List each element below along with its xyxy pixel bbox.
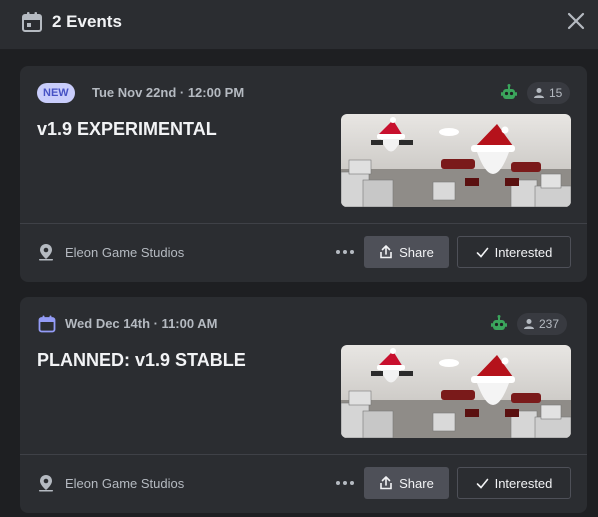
interested-count: 237	[539, 317, 560, 331]
events-modal: 2 Events NEW Tue Nov 22nd · 12:00 PM 15 …	[0, 0, 598, 517]
event-date: Tue Nov 22nd · 12:00 PM	[92, 85, 245, 100]
calendar-icon	[38, 315, 56, 333]
interested-count-pill: 237	[517, 313, 568, 335]
more-dots-icon[interactable]	[334, 475, 356, 491]
event-card[interactable]: Wed Dec 14th · 11:00 AM 237 PLANNED: v1.…	[20, 297, 587, 513]
share-icon	[380, 476, 392, 490]
modal-title: 2 Events	[52, 12, 122, 31]
calendar-icon	[22, 12, 42, 32]
interested-label: Interested	[494, 475, 553, 491]
share-button[interactable]: Share	[364, 236, 449, 268]
checkmark-icon	[476, 478, 488, 489]
share-label: Share	[399, 475, 434, 491]
event-title: PLANNED: v1.9 STABLE	[37, 350, 246, 370]
bot-icon	[501, 84, 517, 99]
event-cover-image	[341, 114, 571, 207]
share-icon	[380, 245, 392, 259]
interested-label: Interested	[494, 244, 553, 260]
event-date: Wed Dec 14th · 11:00 AM	[65, 316, 218, 331]
close-icon[interactable]	[564, 9, 588, 33]
interested-button[interactable]: Interested	[457, 236, 571, 268]
event-card[interactable]: NEW Tue Nov 22nd · 12:00 PM 15 v1.9 EXPE…	[20, 66, 587, 282]
modal-header: 2 Events	[0, 0, 598, 50]
event-location: Eleon Game Studios	[65, 476, 185, 491]
new-badge: NEW	[37, 83, 75, 103]
location-pin-icon	[39, 475, 53, 492]
people-icon	[534, 88, 544, 98]
card-divider	[20, 454, 587, 455]
share-label: Share	[399, 244, 434, 260]
interested-count: 15	[549, 86, 563, 100]
people-icon	[524, 319, 534, 329]
checkmark-icon	[476, 247, 488, 258]
interested-button[interactable]: Interested	[457, 467, 571, 499]
event-location: Eleon Game Studios	[65, 245, 185, 260]
card-divider	[20, 223, 587, 224]
event-title: v1.9 EXPERIMENTAL	[37, 119, 217, 139]
interested-count-pill: 15	[527, 82, 571, 104]
location-pin-icon	[39, 244, 53, 261]
bot-icon	[491, 315, 507, 330]
event-cover-image	[341, 345, 571, 438]
share-button[interactable]: Share	[364, 467, 449, 499]
more-dots-icon[interactable]	[334, 244, 356, 260]
